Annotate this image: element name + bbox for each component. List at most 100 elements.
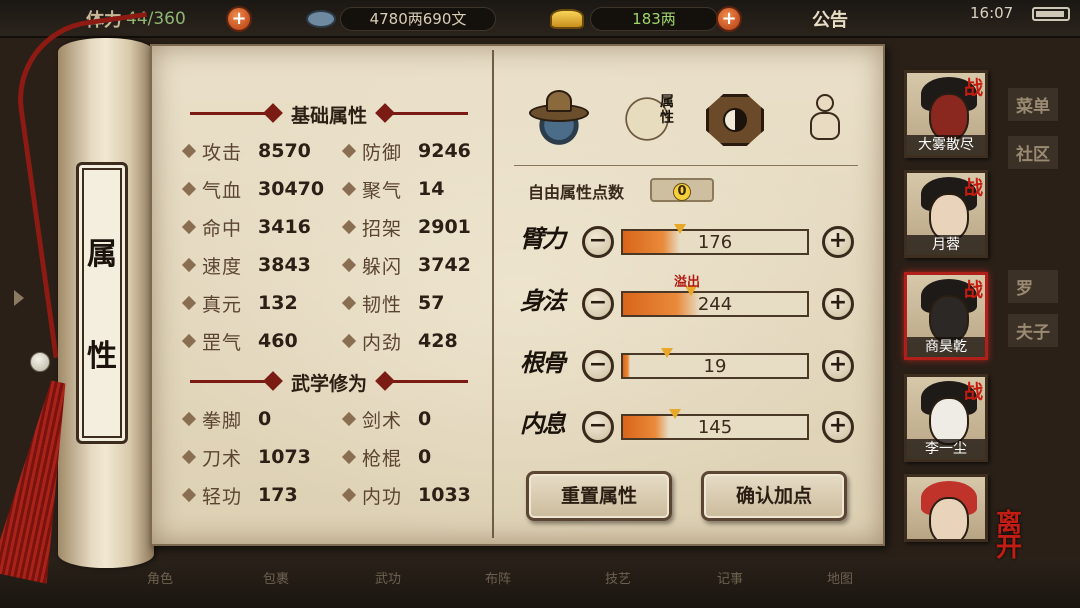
- jade-bead: [30, 352, 50, 372]
- basic-attributes-header: 基础属性: [190, 102, 468, 127]
- stat-label: 罡气: [202, 331, 243, 354]
- silver-icon: [306, 10, 336, 28]
- attribute-value: 19: [703, 356, 727, 377]
- free-points-box: 0: [650, 178, 714, 202]
- bullet-icon: [181, 219, 197, 235]
- stat-value: 14: [418, 178, 445, 200]
- bullet-icon: [341, 449, 357, 465]
- decrease-button[interactable]: −: [582, 411, 614, 443]
- stat-value: 173: [258, 484, 298, 506]
- hero-name: 月蓉: [907, 235, 985, 255]
- decrease-button[interactable]: −: [582, 288, 614, 320]
- confirm-points-button[interactable]: 确认加点: [701, 471, 847, 521]
- party-member-slot[interactable]: 战商昊乾: [904, 272, 988, 360]
- stat-row: 内劲 428: [341, 328, 458, 354]
- stat-row: 罡气 460: [181, 328, 298, 354]
- leave-button[interactable]: 离开: [996, 511, 1054, 562]
- top-resource-bar: 体力 44/360 + 4780两690文 183两 + 公告 16:07: [0, 0, 1080, 38]
- attribute-name: 臂力: [520, 224, 566, 253]
- stat-row: 轻功 173: [181, 482, 298, 508]
- bullet-icon: [181, 333, 197, 349]
- stat-row: 气血 30470: [181, 176, 325, 202]
- bullet-icon: [341, 219, 357, 235]
- stat-label: 气血: [202, 179, 243, 202]
- party-member-slot[interactable]: 战李一尘: [904, 374, 988, 462]
- hero-portrait: [929, 397, 969, 445]
- panel-divider: [492, 50, 494, 538]
- bullet-icon: [181, 143, 197, 159]
- stat-label: 拳脚: [202, 409, 243, 432]
- yinyang-icon: [723, 108, 747, 132]
- reset-attributes-button[interactable]: 重置属性: [526, 471, 672, 521]
- battle-status-badge: 战: [963, 279, 983, 301]
- npc-entry-luo[interactable]: 罗: [1008, 270, 1058, 303]
- stat-value: 3742: [418, 254, 471, 276]
- bullet-icon: [341, 181, 357, 197]
- battle-status-badge: 战: [963, 177, 983, 199]
- stat-label: 内劲: [362, 331, 403, 354]
- increase-button[interactable]: +: [822, 411, 854, 443]
- gold-amount: 183两: [590, 7, 718, 31]
- nav-role[interactable]: 角色: [140, 568, 180, 587]
- nav-martial[interactable]: 武功: [368, 568, 408, 587]
- stat-row: 韧性 57: [341, 290, 445, 316]
- attribute-value: 244: [697, 294, 733, 315]
- decrease-button[interactable]: −: [582, 350, 614, 382]
- stat-label: 招架: [362, 217, 403, 240]
- stat-label: 速度: [202, 255, 243, 278]
- attribute-name: 身法: [520, 286, 566, 315]
- battery-icon: [1032, 7, 1070, 21]
- stat-label: 内功: [362, 485, 403, 508]
- menu-button[interactable]: 菜单: [1008, 88, 1058, 121]
- stat-row: 躲闪 3742: [341, 252, 471, 278]
- bullet-icon: [181, 295, 197, 311]
- stat-value: 30470: [258, 178, 325, 200]
- nav-map[interactable]: 地图: [820, 568, 860, 587]
- stat-row: 枪棍 0: [341, 444, 432, 470]
- bullet-icon: [181, 411, 197, 427]
- stat-value: 428: [418, 330, 458, 352]
- bullet-icon: [341, 411, 357, 427]
- stat-value: 9246: [418, 140, 471, 162]
- stat-row: 招架 2901: [341, 214, 471, 240]
- nav-journal[interactable]: 记事: [710, 568, 750, 587]
- stat-value: 0: [418, 446, 432, 468]
- hero-portrait: [929, 295, 969, 343]
- silver-amount: 4780两690文: [340, 7, 496, 31]
- stat-value: 57: [418, 292, 445, 314]
- bullet-icon: [341, 143, 357, 159]
- increase-button[interactable]: +: [822, 288, 854, 320]
- add-gold-button[interactable]: +: [716, 6, 742, 32]
- community-button[interactable]: 社区: [1008, 136, 1058, 169]
- stat-label: 韧性: [362, 293, 403, 316]
- stat-row: 真元 132: [181, 290, 298, 316]
- npc-entry-fuzi[interactable]: 夫子: [1008, 314, 1058, 347]
- nav-formation[interactable]: 布阵: [478, 568, 518, 587]
- hero-portrait: [929, 193, 969, 241]
- expand-arrow-icon[interactable]: [14, 290, 24, 306]
- party-member-slot[interactable]: 战月蓉: [904, 170, 988, 258]
- nav-bag[interactable]: 包裹: [256, 568, 296, 587]
- stat-value: 3843: [258, 254, 311, 276]
- panel-title-char-1: 属: [87, 237, 117, 272]
- increase-button[interactable]: +: [822, 226, 854, 258]
- stat-value: 2901: [418, 216, 471, 238]
- stat-row: 内功 1033: [341, 482, 471, 508]
- add-stamina-button[interactable]: +: [226, 6, 252, 32]
- nav-skills[interactable]: 技艺: [598, 568, 638, 587]
- stat-label: 命中: [202, 217, 243, 240]
- bullet-icon: [181, 449, 197, 465]
- hero-portrait: [929, 497, 969, 539]
- stat-value: 1033: [418, 484, 471, 506]
- battle-status-badge: 战: [963, 77, 983, 99]
- attribute-bar: 176: [621, 224, 809, 255]
- party-member-slot[interactable]: [904, 474, 988, 542]
- panel-title-plate: 属 性: [76, 162, 128, 444]
- increase-button[interactable]: +: [822, 350, 854, 382]
- basic-attributes-title: 基础属性: [290, 105, 367, 127]
- decrease-button[interactable]: −: [582, 226, 614, 258]
- hero-name: 商昊乾: [907, 337, 985, 357]
- party-member-slot[interactable]: 战大雾散尽: [904, 70, 988, 158]
- notice-button[interactable]: 公告: [812, 6, 848, 32]
- tabs-separator: [514, 165, 858, 166]
